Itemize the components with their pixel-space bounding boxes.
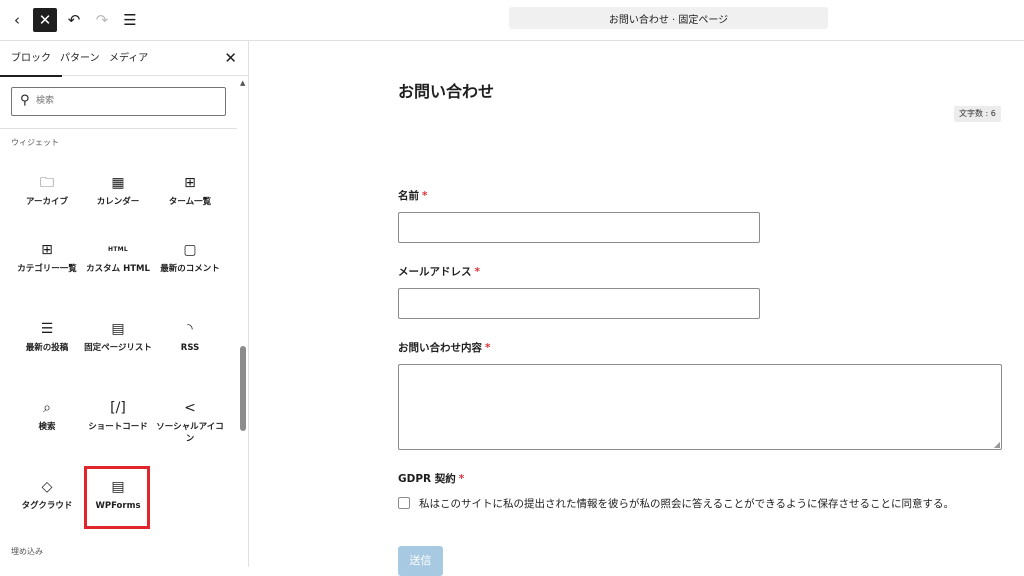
block-label: RSS [180,343,200,353]
char-count-badge: 文字数 : 6 [954,106,1001,122]
inserter-tabs: ブロック パターン メディア ✕ [0,41,248,77]
block-archive[interactable]: 🗀 アーカイブ [12,173,82,235]
block-social-icons[interactable]: < ソーシャルアイコン [155,398,225,460]
search-icon: ⌕ [43,400,51,416]
document-overview-icon[interactable]: ☰ [118,8,142,32]
email-field[interactable] [398,288,760,319]
name-field-label: 名前 * [398,190,428,202]
tag-icon: ◇ [41,479,53,495]
resize-handle-icon[interactable]: ◢ [994,440,1000,449]
embeds-section-label: 埋め込み [11,547,43,556]
block-label: 固定ページリスト [84,343,152,353]
share-icon: < [184,400,196,416]
grid-icon: ⊞ [184,175,196,191]
tab-patterns[interactable]: パターン [60,41,100,76]
block-label: タグクラウド [21,501,73,511]
gdpr-consent-row: 私はこのサイトに私の提出された情報を彼らが私の照会に答えることができるように保存… [398,496,954,510]
scrollbar-track[interactable] [237,76,248,567]
email-field-label: メールアドレス * [398,266,481,278]
rss-icon: ◝ [187,321,193,337]
post-list-icon: ☰ [40,321,54,337]
block-label: ショートコード [88,422,148,432]
comment-icon: ▢ [183,242,197,258]
block-search-box: ⚲ [11,87,226,116]
block-calendar[interactable]: ▦ カレンダー [83,173,153,235]
shortcode-icon: [/] [110,400,126,416]
archive-icon: 🗀 [40,175,54,191]
message-textarea[interactable]: ◢ [398,364,1002,450]
close-icon[interactable]: ✕ [224,50,237,66]
page-list-icon: ▤ [111,321,125,337]
message-field-label: お問い合わせ内容 * [398,342,491,354]
back-icon[interactable]: ‹ [5,8,29,32]
html-icon: HTML [107,246,129,253]
block-tag-cloud[interactable]: ◇ タグクラウド [12,477,82,539]
block-category-list[interactable]: ⊞ カテゴリー一覧 [12,240,82,302]
gdpr-checkbox[interactable] [398,497,410,509]
page-title[interactable]: お問い合わせ [398,78,494,102]
block-custom-html[interactable]: HTML カスタム HTML [83,240,153,302]
block-search[interactable]: ⌕ 検索 [12,398,82,460]
block-label: カレンダー [96,197,140,207]
block-label: カスタム HTML [86,264,150,274]
block-label: カテゴリー一覧 [17,264,77,274]
block-shortcode[interactable]: [/] ショートコード [83,398,153,460]
divider [0,128,237,129]
required-mark: * [422,190,428,202]
block-label: 最新のコメント [160,264,220,274]
block-term-list[interactable]: ⊞ ターム一覧 [155,173,225,235]
block-label: ソーシャルアイコン [156,422,224,444]
block-label: アーカイブ [26,197,68,207]
document-title-bar[interactable]: お問い合わせ · 固定ページ [509,7,828,29]
required-mark: * [485,342,491,354]
editor-top-toolbar: ‹ ✕ ↶ ↷ ☰ お問い合わせ · 固定ページ [0,0,1024,41]
widgets-section-label: ウィジェット [11,138,59,147]
close-inserter-button[interactable]: ✕ [33,8,57,32]
search-input[interactable] [36,91,216,111]
tab-media[interactable]: メディア [109,41,148,76]
block-page-list[interactable]: ▤ 固定ページリスト [83,319,153,381]
gdpr-consent-text: 私はこのサイトに私の提出された情報を彼らが私の照会に答えることができるように保存… [419,497,954,510]
scrollbar-thumb[interactable] [240,346,246,431]
grid-icon: ⊞ [41,242,53,258]
block-latest-posts[interactable]: ☰ 最新の投稿 [12,319,82,381]
required-mark: * [458,473,465,485]
block-label: ターム一覧 [168,197,212,207]
gdpr-field-label: GDPR 契約 * [398,473,465,485]
name-field[interactable] [398,212,760,243]
calendar-icon: ▦ [111,175,125,191]
scroll-up-arrow-icon[interactable]: ▲ [240,79,245,87]
editor-canvas: お問い合わせ 文字数 : 6 名前 * メールアドレス * お問い合わせ内容 * ◢ … [250,41,1024,576]
block-label: 最新の投稿 [25,343,69,353]
submit-button[interactable]: 送信 [398,546,443,576]
redo-icon[interactable]: ↷ [90,8,114,32]
tab-blocks[interactable]: ブロック [0,41,62,77]
block-label: 検索 [38,422,56,432]
block-latest-comments[interactable]: ▢ 最新のコメント [155,240,225,302]
wpforms-highlight-box [84,466,150,529]
block-inserter-panel: ブロック パターン メディア ✕ ⚲ ウィジェット 🗀 アーカイブ ▦ カレンダ… [0,41,249,567]
block-rss[interactable]: ◝ RSS [155,319,225,381]
search-icon: ⚲ [20,93,30,108]
required-mark: * [474,266,481,278]
undo-icon[interactable]: ↶ [62,8,86,32]
